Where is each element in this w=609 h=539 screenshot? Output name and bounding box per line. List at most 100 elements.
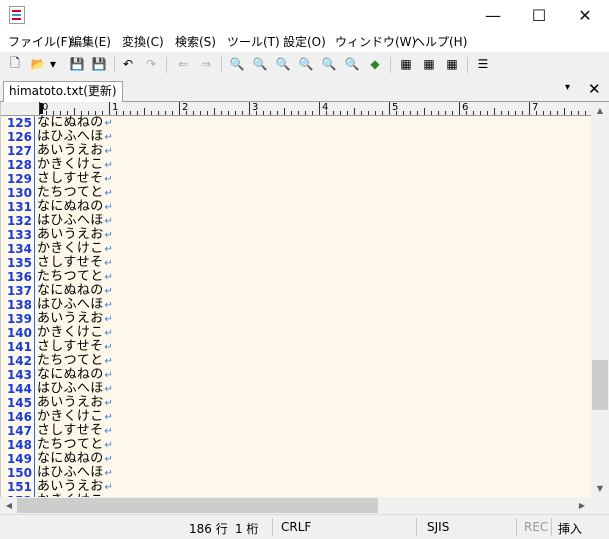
ruler-tick	[151, 111, 152, 115]
ruler-tick	[312, 111, 313, 115]
menu-settings[interactable]: 設定(O)	[283, 33, 326, 50]
menu-window[interactable]: ウィンドウ(W)	[335, 33, 416, 50]
eol-mark-icon: ↵	[104, 356, 114, 367]
close-button[interactable]: ✕	[562, 0, 608, 30]
line-content: あいうえお	[37, 395, 104, 410]
line-content: はひふへほ	[37, 465, 104, 480]
open-dropdown-icon[interactable]: ▾	[48, 55, 58, 73]
ruler-tick	[424, 108, 425, 115]
line-number: 146	[6, 410, 32, 424]
eol-mark-icon: ↵	[104, 426, 113, 437]
status-insert-mode[interactable]: 挿入	[558, 520, 582, 537]
menu-file[interactable]: ファイル(F)	[8, 33, 72, 50]
minimize-button[interactable]: —	[470, 0, 516, 30]
redo-icon[interactable]: ↷	[142, 55, 160, 73]
eol-mark-icon: ↵	[104, 286, 114, 297]
scrollbar-corner	[591, 497, 609, 514]
ruler-tick	[333, 111, 334, 115]
ruler-number: 2	[182, 102, 189, 113]
vertical-scroll-thumb[interactable]	[592, 360, 608, 410]
scroll-right-icon[interactable]: ▶	[573, 497, 591, 514]
highlight-icon[interactable]: 🔍	[320, 55, 338, 73]
tag-jump-icon[interactable]: ▦	[443, 55, 461, 73]
search-prev-icon[interactable]: 🔍	[274, 55, 292, 73]
horizontal-scroll-thumb[interactable]	[17, 498, 378, 513]
save-all-icon[interactable]: 💾	[90, 55, 108, 73]
ruler-tick	[228, 111, 229, 115]
menu-help[interactable]: ヘルプ(H)	[413, 33, 467, 50]
save-icon[interactable]: 💾	[68, 55, 86, 73]
replace-icon[interactable]: 🔍	[297, 55, 315, 73]
jump-forward-icon[interactable]: ⇒	[197, 55, 215, 73]
line-number: 150	[6, 466, 32, 480]
scroll-left-icon[interactable]: ◀	[0, 497, 18, 514]
line-content: はひふへほ	[37, 297, 104, 312]
ruler-number: 6	[462, 102, 469, 113]
tab-himatoto[interactable]: himatoto.txt(更新)	[3, 81, 123, 102]
eol-mark-icon: ↵	[104, 300, 114, 311]
line-content: なにぬねの	[37, 367, 104, 382]
status-encoding[interactable]: SJIS	[427, 520, 449, 534]
line-content: はひふへほ	[37, 129, 104, 144]
bookmark-icon[interactable]: ◆	[366, 55, 384, 73]
status-eol[interactable]: CRLF	[281, 520, 311, 534]
ruler-tick	[109, 102, 110, 115]
ruler-tick	[578, 111, 579, 115]
horizontal-scrollbar[interactable]: ◀ ▶	[0, 497, 591, 514]
scroll-up-icon[interactable]: ▲	[591, 102, 609, 119]
outline-icon[interactable]: ▦	[420, 55, 438, 73]
line-number: 136	[6, 270, 32, 284]
line-number: 127	[6, 144, 32, 158]
ruler-tick	[501, 111, 502, 115]
ruler-tick	[438, 111, 439, 115]
tab-menu-icon[interactable]: ▾	[565, 82, 570, 93]
ruler-number: 0	[42, 102, 49, 113]
ruler-tick	[515, 111, 516, 115]
line-content: たちつてと	[37, 437, 104, 452]
line-number: 125	[6, 116, 32, 130]
tab-bar: himatoto.txt(更新) ▾ ✕	[0, 80, 609, 102]
line-content: たちつてと	[37, 269, 104, 284]
status-separator	[272, 518, 273, 536]
scroll-down-icon[interactable]: ▼	[591, 480, 609, 497]
ruler-tick	[158, 111, 159, 115]
ruler-tick	[557, 111, 558, 115]
eol-mark-icon: ↵	[104, 146, 114, 157]
undo-icon[interactable]: ↶	[119, 55, 137, 73]
vertical-scrollbar[interactable]: ▲ ▼	[591, 102, 609, 497]
jump-back-icon[interactable]: ⇐	[174, 55, 192, 73]
ruler-tick	[445, 111, 446, 115]
menu-edit[interactable]: 編集(E)	[70, 33, 111, 50]
menu-search[interactable]: 検索(S)	[175, 33, 216, 50]
settings-list-icon[interactable]: ☰	[474, 55, 492, 73]
eol-mark-icon: ↵	[104, 216, 114, 227]
line-number: 142	[6, 354, 32, 368]
new-file-icon[interactable]: 🗋	[6, 55, 24, 73]
search-next-icon[interactable]: 🔍	[251, 55, 269, 73]
ruler-tick	[298, 111, 299, 115]
menu-convert[interactable]: 変換(C)	[122, 33, 164, 50]
ruler-tick	[172, 111, 173, 115]
ruler-tick	[123, 111, 124, 115]
ruler-tick	[235, 111, 236, 115]
app-icon[interactable]	[9, 6, 25, 24]
menu-tools[interactable]: ツール(T)	[227, 33, 280, 50]
grep-icon[interactable]: 🔍	[343, 55, 361, 73]
line-content: はひふへほ	[37, 213, 104, 228]
eol-mark-icon: ↵	[104, 314, 114, 325]
search-icon[interactable]: 🔍	[228, 55, 246, 73]
open-file-icon[interactable]: 📂	[29, 55, 47, 73]
compare-icon[interactable]: ▦	[397, 55, 415, 73]
ruler: 0 1 2 3 4 5 6 7	[1, 102, 592, 116]
toolbar: 🗋 📂 ▾ 💾 💾 ↶ ↷ ⇐ ⇒ 🔍 🔍 🔍 🔍 🔍 🔍 ◆ ▦ ▦ ▦ ☰	[0, 52, 609, 78]
toolbar-separator	[390, 57, 391, 73]
tab-close-icon[interactable]: ✕	[588, 80, 601, 98]
ruler-tick	[417, 111, 418, 115]
status-separator	[551, 518, 552, 536]
ruler-tick	[550, 111, 551, 115]
maximize-button[interactable]: ☐	[516, 0, 562, 30]
ruler-tick	[543, 111, 544, 115]
text-editor[interactable]: 01234567 125 なにぬねの↵ 126 はひふへほ↵ 127 あいうえお↵ 128 か…	[0, 102, 592, 497]
ruler-tick	[214, 108, 215, 115]
ruler-tick	[74, 108, 75, 115]
